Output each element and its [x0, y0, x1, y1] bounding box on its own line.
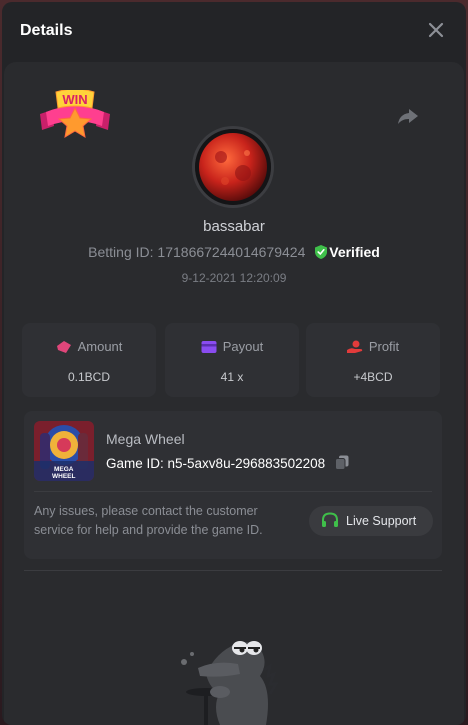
live-support-button[interactable]: Live Support: [309, 506, 433, 536]
stat-profit-label: Profit: [368, 339, 400, 354]
game-id-line: Game ID: n5-5axv8u-296883502208: [106, 455, 349, 471]
game-card-divider: [34, 491, 432, 492]
amount-icon: [56, 341, 71, 353]
stat-amount-label: Amount: [77, 339, 123, 354]
wallet-icon: [201, 341, 217, 353]
verified-shield-icon: [315, 245, 328, 259]
stat-profit-value: +4BCD: [353, 370, 393, 384]
stat-profit: Profit +4BCD: [306, 323, 440, 397]
betting-id-value: 1718667244014679424: [157, 244, 306, 260]
avatar: [195, 129, 271, 205]
betting-id-label: Betting ID:: [88, 244, 154, 260]
stat-amount: Amount 0.1BCD: [22, 323, 156, 397]
win-badge-text: WIN: [62, 92, 87, 107]
stat-payout-value: 41 x: [220, 370, 244, 384]
verified-label: Verified: [329, 244, 380, 260]
svg-text:MEGA: MEGA: [54, 466, 74, 473]
betting-id-line: Betting ID: 1718667244014679424 Verified: [2, 244, 466, 260]
modal-title: Details: [20, 22, 73, 39]
svg-text:WHEEL: WHEEL: [52, 473, 76, 480]
support-message: Any issues, please contact the customer …: [34, 504, 263, 537]
details-modal: Details WIN bassabar Betting ID: 1718667…: [2, 2, 466, 725]
section-divider: [24, 570, 442, 571]
profit-icon: [346, 340, 363, 353]
close-icon[interactable]: [426, 20, 446, 40]
avatar-moon-image: [195, 129, 271, 205]
mega-wheel-thumbnail-image: MEGA WHEEL: [34, 421, 94, 481]
modal-header: Details: [2, 2, 466, 60]
live-support-label: Live Support: [346, 514, 417, 528]
stat-payout-label: Payout: [222, 339, 264, 354]
crocodile-mascot-image: [181, 641, 279, 725]
game-id-value: n5-5axv8u-296883502208: [167, 456, 326, 471]
game-id-label: Game ID:: [106, 456, 164, 471]
game-thumbnail[interactable]: MEGA WHEEL: [34, 421, 94, 481]
win-badge-icon: WIN: [40, 90, 110, 138]
bet-timestamp: 9-12-2021 12:20:09: [181, 271, 287, 285]
username: bassabar: [203, 218, 265, 235]
stat-amount-value: 0.1BCD: [67, 370, 111, 384]
headset-icon: [322, 512, 338, 527]
stat-payout: Payout 41 x: [165, 323, 299, 397]
copy-icon[interactable]: [334, 455, 349, 470]
game-card: MEGA WHEEL Mega Wheel Game ID: n5-5axv8u…: [24, 411, 442, 559]
game-name: Mega Wheel: [106, 431, 185, 447]
share-icon[interactable]: [396, 104, 420, 128]
